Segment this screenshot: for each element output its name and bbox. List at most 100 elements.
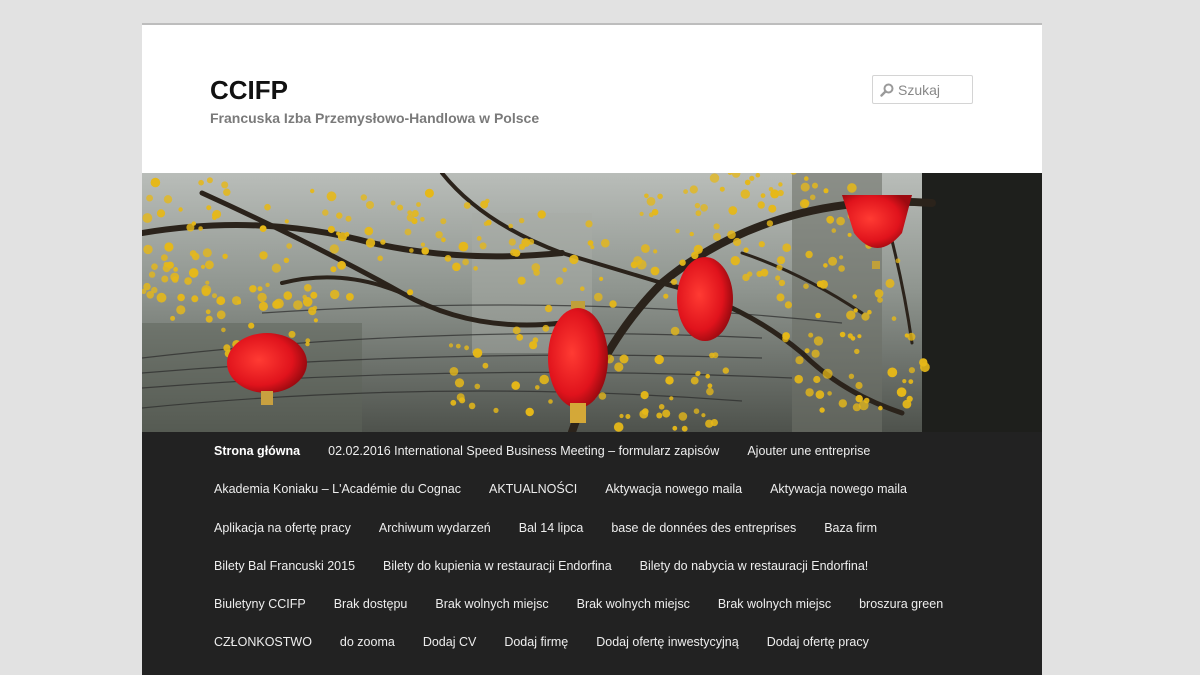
nav-item[interactable]: Brak wolnych miejsc xyxy=(563,585,704,623)
blossom xyxy=(472,348,483,358)
blossom xyxy=(404,228,412,236)
nav-item[interactable]: Biuletyny CCIFP xyxy=(200,585,320,623)
lantern-middle-right xyxy=(677,257,733,341)
blossom xyxy=(803,283,809,289)
nav-item[interactable]: Aplikacja na ofertę pracy xyxy=(200,509,365,547)
blossom xyxy=(191,252,200,261)
nav-item[interactable]: AKTUALNOŚCI xyxy=(475,470,591,508)
blossom xyxy=(166,261,174,269)
blossom xyxy=(836,216,845,226)
blossom xyxy=(636,259,647,270)
blossom xyxy=(222,253,228,259)
search-input[interactable] xyxy=(897,78,970,101)
nav-item[interactable]: Dodaj firmę xyxy=(490,623,582,661)
blossom xyxy=(804,176,809,181)
nav-item[interactable]: Archiwum wydarzeń xyxy=(365,509,505,547)
site-description: Francuska Izba Przemysłowo-Handlowa w Po… xyxy=(210,110,540,126)
nav-item[interactable]: broszura green xyxy=(845,585,957,623)
blossom xyxy=(713,223,720,230)
blossom xyxy=(653,249,658,254)
blossom xyxy=(512,326,521,335)
blossom xyxy=(585,220,593,228)
blossom xyxy=(709,352,715,359)
blossom xyxy=(345,215,352,222)
blossom xyxy=(878,405,883,411)
blossom xyxy=(742,273,750,282)
blossom xyxy=(517,276,526,285)
blossom xyxy=(151,286,158,294)
nav-item[interactable]: Aktywacja nowego maila xyxy=(756,470,921,508)
nav-item[interactable]: Ajouter une entreprise xyxy=(733,432,884,470)
blossom xyxy=(877,297,883,303)
blossom xyxy=(476,236,482,241)
nav-item[interactable]: Akademia Koniaku – L'Académie du Cognac xyxy=(200,470,475,508)
blossom xyxy=(757,201,765,209)
blossom xyxy=(640,391,649,400)
blossom xyxy=(887,367,898,378)
nav-item[interactable]: Aktywacja nowego maila xyxy=(591,470,756,508)
blossom xyxy=(327,225,335,234)
blossom xyxy=(811,349,820,358)
blossom xyxy=(657,193,663,200)
blossom xyxy=(518,243,526,250)
nav-item[interactable]: Brak wolnych miejsc xyxy=(421,585,562,623)
blossom xyxy=(420,217,425,222)
blossom xyxy=(407,210,413,215)
blossom xyxy=(776,293,785,302)
nav-item[interactable]: Baza firm xyxy=(810,509,891,547)
nav-item[interactable]: base de données des entreprises xyxy=(597,509,810,547)
blossom xyxy=(456,393,465,402)
blossom xyxy=(920,362,930,373)
blossom xyxy=(662,409,671,418)
nav-item[interactable]: Dodaj ofertę inwestycyjną xyxy=(582,623,752,661)
blossom xyxy=(562,267,567,273)
nav-item[interactable]: Strona główna xyxy=(200,432,314,470)
nav-item[interactable]: Brak dostępu xyxy=(320,585,422,623)
blossom xyxy=(305,338,311,344)
nav-item[interactable]: Bilety do nabycia w restauracji Endorfin… xyxy=(626,547,883,585)
blossom xyxy=(310,188,315,194)
blossom xyxy=(259,225,267,232)
blossom xyxy=(695,371,700,377)
blossom xyxy=(249,285,257,293)
blossom xyxy=(794,374,803,384)
blossom xyxy=(669,396,674,401)
nav-item[interactable]: Bilety do kupienia w restauracji Endorfi… xyxy=(369,547,626,585)
blossom xyxy=(823,263,828,268)
blossom xyxy=(336,212,343,219)
blossom xyxy=(700,204,708,212)
blossom xyxy=(839,331,846,338)
blossom xyxy=(908,379,914,384)
blossom xyxy=(448,343,454,348)
blossom xyxy=(594,292,603,302)
nav-item[interactable]: Bilety Bal Francuski 2015 xyxy=(200,547,369,585)
blossom xyxy=(689,185,698,194)
blossom xyxy=(310,291,318,299)
blossom xyxy=(420,242,425,247)
blossom xyxy=(768,204,777,213)
blossom xyxy=(733,237,742,247)
blossom xyxy=(212,215,217,220)
blossom xyxy=(257,286,263,292)
blossom xyxy=(654,354,664,365)
blossom xyxy=(302,294,307,300)
blossom xyxy=(728,206,738,215)
blossom xyxy=(178,207,183,212)
blossom xyxy=(815,390,825,399)
nav-item[interactable]: Bal 14 lipca xyxy=(505,509,598,547)
blossom xyxy=(435,231,443,239)
nav-item[interactable]: 02.02.2016 International Speed Business … xyxy=(314,432,733,470)
blossom xyxy=(293,300,303,310)
nav-item[interactable]: Dodaj ofertę pracy xyxy=(753,623,883,661)
site-title-link[interactable]: CCIFP xyxy=(210,75,288,105)
nav-item[interactable]: Dodaj PPP – odpowiedz xyxy=(200,662,363,675)
nav-item[interactable]: do zooma xyxy=(326,623,409,661)
nav-item[interactable]: Brak wolnych miejsc xyxy=(704,585,845,623)
nav-item[interactable]: Dodaj CV xyxy=(409,623,491,661)
blossom xyxy=(691,251,699,260)
blossom xyxy=(777,189,784,197)
blossom xyxy=(330,289,340,300)
blossom xyxy=(695,210,702,217)
blossom xyxy=(831,228,837,233)
nav-item[interactable]: CZŁONKOSTWO xyxy=(200,623,326,661)
